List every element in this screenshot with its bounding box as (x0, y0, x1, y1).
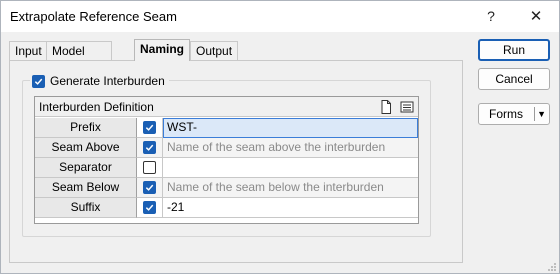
row-seam-above: Seam Above Name of the seam above the in… (35, 138, 418, 158)
row-checkbox-prefix[interactable] (137, 118, 163, 138)
generate-interburden-checkbox[interactable]: Generate Interburden (30, 73, 169, 89)
checkbox-checked-icon (143, 181, 156, 194)
checkbox-checked-icon (143, 201, 156, 214)
row-label-suffix: Suffix (35, 198, 137, 218)
row-label-separator: Separator (35, 158, 137, 178)
dialog-window: Extrapolate Reference Seam ? ✕ Input Mod… (0, 0, 560, 274)
prefix-input[interactable]: WST- (163, 118, 418, 138)
close-button[interactable]: ✕ (513, 1, 559, 32)
window-title: Extrapolate Reference Seam (10, 9, 177, 24)
separator-field[interactable] (163, 158, 418, 178)
row-checkbox-seam-above[interactable] (137, 138, 163, 158)
document-icon[interactable] (378, 99, 394, 115)
list-icon[interactable] (399, 99, 415, 115)
suffix-input[interactable]: -21 (163, 198, 418, 218)
chevron-down-icon[interactable]: ▼ (537, 104, 546, 124)
tab-model-thickness[interactable]: Model Thickness (46, 41, 113, 76)
help-button[interactable]: ? (468, 1, 514, 32)
checkbox-checked-icon (143, 121, 156, 134)
checkbox-checked-icon (32, 74, 45, 88)
run-button[interactable]: Run (478, 39, 550, 61)
cancel-button[interactable]: Cancel (478, 68, 550, 90)
row-separator: Separator (35, 158, 418, 178)
row-checkbox-separator[interactable] (137, 158, 163, 178)
row-label-seam-above: Seam Above (35, 138, 137, 158)
tab-input[interactable]: Input (9, 41, 48, 61)
tab-output[interactable]: Output (190, 41, 239, 61)
forms-divider (534, 107, 535, 121)
checkbox-checked-icon (143, 141, 156, 154)
checkbox-unchecked-icon (143, 161, 156, 174)
tab-naming[interactable]: Naming (134, 39, 191, 61)
title-bar: Extrapolate Reference Seam ? ✕ (1, 1, 559, 32)
resize-grip-icon[interactable] (547, 262, 557, 272)
interburden-definition-grid: Interburden Definition Prefix WST- Seam … (34, 96, 419, 224)
forms-button-label: Forms (489, 107, 523, 121)
grid-title: Interburden Definition (39, 100, 154, 114)
row-label-seam-below: Seam Below (35, 178, 137, 198)
row-checkbox-seam-below[interactable] (137, 178, 163, 198)
grid-header: Interburden Definition (35, 97, 418, 117)
forms-button[interactable]: Forms ▼ (478, 103, 550, 125)
row-prefix: Prefix WST- (35, 118, 418, 138)
row-label-prefix: Prefix (35, 118, 137, 138)
seam-below-field[interactable]: Name of the seam below the interburden (163, 178, 418, 198)
row-suffix: Suffix -21 (35, 198, 418, 218)
row-seam-below: Seam Below Name of the seam below the in… (35, 178, 418, 198)
row-checkbox-suffix[interactable] (137, 198, 163, 218)
seam-above-field[interactable]: Name of the seam above the interburden (163, 138, 418, 158)
generate-interburden-label: Generate Interburden (50, 74, 165, 88)
